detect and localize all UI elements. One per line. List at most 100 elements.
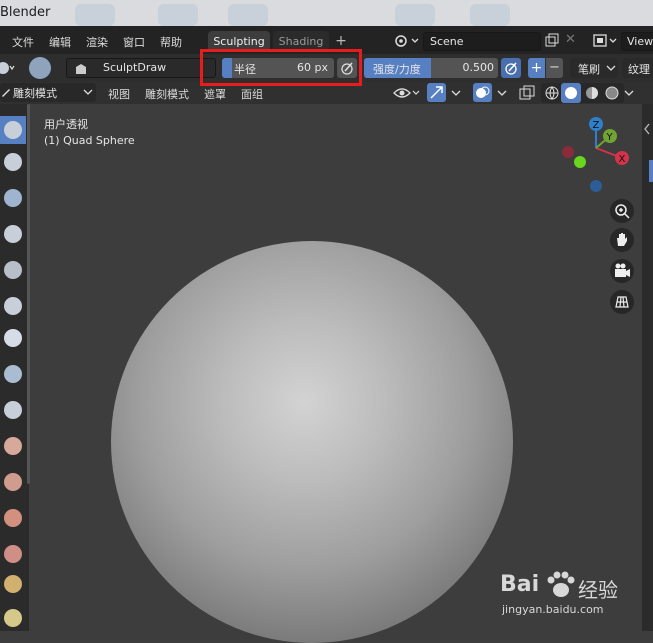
overlays-icon	[476, 86, 490, 98]
object-name: (1) Quad Sphere	[44, 134, 135, 147]
brush-tool-icon	[0, 62, 15, 74]
stroke-label: 笔刷	[578, 63, 600, 76]
view-layer-field[interactable]: View	[621, 32, 653, 51]
direction-add-button[interactable]: +	[528, 58, 545, 78]
tool-selector-button[interactable]	[0, 59, 16, 77]
menu-edit[interactable]: 编辑	[49, 34, 71, 50]
neg-y-axis-icon	[574, 156, 586, 168]
grid-icon	[615, 296, 629, 308]
ortho-toggle-button[interactable]	[610, 290, 634, 314]
paw-icon	[547, 571, 575, 597]
blurred-taskbar-icon	[470, 4, 510, 26]
brush-icon	[4, 297, 22, 315]
gizmo-toggle-button[interactable]	[427, 83, 446, 102]
xray-toggle-button[interactable]	[518, 84, 536, 102]
y-axis-label: Y	[606, 132, 614, 143]
pan-button[interactable]	[610, 228, 634, 252]
tool-inflate[interactable]	[0, 292, 26, 320]
brush-icon	[4, 545, 22, 563]
radius-highlight-box	[200, 49, 362, 86]
tool-snake-hook[interactable]	[0, 604, 26, 632]
watermark-url: jingyan.baidu.com	[502, 603, 604, 616]
menu-face-sets[interactable]: 面组	[241, 86, 263, 102]
brush-icon	[4, 609, 22, 627]
neg-x-axis-icon	[562, 146, 574, 158]
tool-fill[interactable]	[0, 468, 26, 496]
tool-pinch[interactable]	[0, 540, 26, 568]
sculpt-sphere-mesh[interactable]	[111, 241, 513, 643]
copy-scene-icon[interactable]	[544, 33, 560, 49]
brush-icon	[4, 261, 22, 279]
strength-label: 强度/力度	[373, 63, 421, 76]
brush-icon	[4, 437, 22, 455]
draw-brush-icon	[4, 121, 22, 139]
strength-pressure-toggle[interactable]	[501, 58, 521, 78]
view-layer-selector-button[interactable]	[591, 32, 621, 50]
chevron-down-icon[interactable]	[624, 90, 634, 98]
chevron-down-icon[interactable]	[451, 90, 461, 98]
brush-preview-icon[interactable]	[29, 57, 51, 79]
menu-file[interactable]: 文件	[12, 34, 34, 50]
scene-selector-button[interactable]	[392, 32, 422, 50]
tool-flatten[interactable]	[0, 432, 26, 460]
chevron-down-icon[interactable]	[497, 90, 507, 98]
zoom-icon	[615, 204, 630, 219]
menu-window[interactable]: 窗口	[123, 34, 145, 50]
brush-icon	[4, 153, 22, 171]
blurred-taskbar-icon	[395, 4, 435, 26]
brush-icon	[4, 365, 22, 383]
texture-dropdown[interactable]: 纹理	[622, 58, 653, 78]
blurred-taskbar-icon	[158, 4, 198, 26]
gizmo-icon	[430, 86, 443, 99]
tool-blob[interactable]	[0, 324, 26, 352]
watermark-brand-suffix: 经验	[578, 578, 618, 602]
tool-draw-sharp[interactable]	[0, 148, 26, 176]
chevron-down-icon	[83, 89, 93, 95]
pen-pressure-icon	[505, 62, 517, 75]
menu-view[interactable]: 视图	[108, 86, 130, 102]
mode-selector-dropdown[interactable]: 雕刻模式	[0, 83, 96, 102]
z-axis-label: Z	[593, 120, 600, 131]
direction-subtract-button[interactable]: −	[546, 58, 563, 78]
tool-grab[interactable]	[0, 570, 26, 598]
tool-scrape[interactable]	[0, 504, 26, 532]
brush-icon	[4, 473, 22, 491]
wireframe-shading-icon[interactable]	[543, 84, 561, 102]
zoom-button[interactable]	[610, 199, 634, 223]
toolshelf-scrollbar[interactable]	[27, 104, 30, 484]
scene-name-field[interactable]: Scene	[423, 32, 541, 51]
tool-crease[interactable]	[0, 360, 26, 388]
window-titlebar: Blender	[0, 0, 653, 26]
navigation-gizmo[interactable]: Z X Y	[556, 112, 636, 197]
tool-draw[interactable]	[0, 116, 26, 144]
stroke-dropdown[interactable]: 笔刷	[570, 58, 618, 78]
menu-sculpt[interactable]: 雕刻模式	[145, 86, 189, 102]
tool-clay[interactable]	[0, 184, 26, 212]
strength-slider[interactable]: 强度/力度 0.500	[364, 58, 498, 78]
tool-clay-strips[interactable]	[0, 220, 26, 248]
solid-shading-button[interactable]	[561, 83, 581, 103]
visibility-dropdown[interactable]	[392, 84, 422, 102]
window-title: Blender	[0, 5, 51, 20]
sculpt-tool-shelf	[0, 104, 29, 631]
menu-help[interactable]: 帮助	[160, 34, 182, 50]
chevron-left-icon[interactable]	[642, 122, 653, 136]
solid-shading-icon	[565, 87, 577, 99]
brush-icon	[4, 329, 22, 347]
rendered-shading-icon[interactable]	[603, 84, 621, 102]
camera-view-button[interactable]	[610, 259, 634, 283]
close-icon[interactable]: ✕	[565, 32, 579, 48]
xray-icon	[519, 85, 535, 100]
tool-layer[interactable]	[0, 256, 26, 284]
watermark-brand: Bai	[500, 572, 540, 597]
view-layer-name: View	[627, 35, 653, 48]
sculpt-mode-icon	[2, 89, 10, 97]
overlays-toggle-button[interactable]	[473, 83, 492, 102]
view-name: 用户透视	[44, 118, 88, 131]
brush-name-field[interactable]: SculptDraw	[66, 58, 216, 78]
material-preview-icon[interactable]	[583, 84, 601, 102]
menu-mask[interactable]: 遮罩	[204, 86, 226, 102]
sidebar-tab-indicator[interactable]	[649, 160, 653, 182]
tool-smooth[interactable]	[0, 396, 26, 424]
menu-render[interactable]: 渲染	[86, 34, 108, 50]
